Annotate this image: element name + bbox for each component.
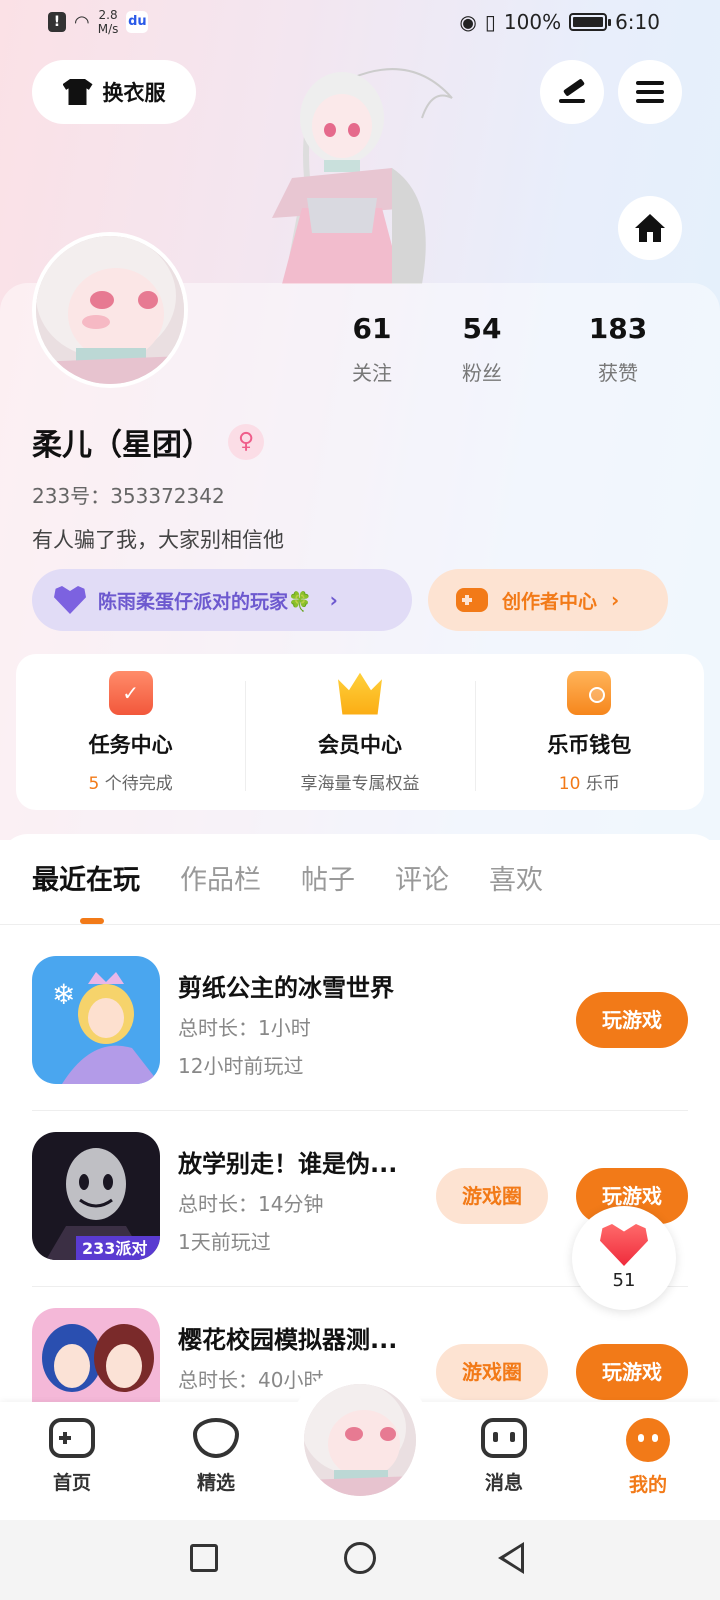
game-title: 剪纸公主的冰雪世界 — [178, 974, 394, 1002]
profile-stats: 61 关注 54 粉丝 183 获赞 — [330, 312, 690, 386]
menu-button[interactable] — [618, 60, 682, 124]
edit-icon — [559, 81, 585, 103]
avatar-image — [36, 236, 184, 384]
clock: 6:10 — [615, 10, 660, 34]
nav-me[interactable]: 我的 — [600, 1418, 696, 1497]
back-button[interactable] — [498, 1542, 524, 1574]
game-title: 樱花校园模拟器测... — [178, 1326, 398, 1354]
wifi-icon: ◠ — [74, 11, 90, 33]
avatar-character-illustration — [272, 68, 453, 284]
sim-alert-icon: ! — [48, 12, 66, 32]
game-duration: 总时长：40小时 — [178, 1368, 324, 1392]
network-speed: 2.8 M/s — [97, 8, 119, 36]
gamepad-icon — [49, 1418, 95, 1458]
game-last-played: 12小时前玩过 — [178, 1054, 304, 1078]
battery-percent: 100% — [503, 10, 562, 34]
change-outfit-label: 换衣服 — [102, 81, 166, 105]
like-count: 51 — [612, 1270, 636, 1291]
heart-icon — [54, 586, 86, 614]
chevron-right-icon: › — [329, 588, 338, 612]
member-center[interactable]: 会员中心 享海量专属权益 — [245, 671, 474, 794]
nav-home[interactable]: 首页 — [24, 1418, 120, 1495]
change-outfit-button[interactable]: 换衣服 — [32, 60, 196, 124]
coin-wallet[interactable]: 乐币钱包 10 乐币 — [474, 670, 704, 794]
wallet-icon — [567, 670, 612, 715]
nav-featured[interactable]: 精选 — [168, 1418, 264, 1495]
following-stat[interactable]: 61 关注 — [330, 312, 414, 386]
user-id: 233号：353372342 — [32, 484, 225, 508]
game-circle-button[interactable]: 游戏圈 — [436, 1168, 548, 1224]
game-duration: 总时长：1小时 — [178, 1016, 311, 1040]
tab-likes[interactable]: 喜欢 — [489, 858, 543, 897]
baidu-app-icon: du — [126, 11, 149, 33]
like-float-button[interactable]: 51 — [572, 1206, 676, 1310]
heart-icon — [193, 1418, 239, 1458]
female-gender-icon: ♀ — [228, 424, 264, 460]
divider — [32, 1110, 688, 1111]
game-icon: ❄ — [32, 956, 160, 1084]
game-last-played: 1天前玩过 — [178, 1230, 271, 1254]
crown-icon — [337, 672, 382, 715]
creator-center-button[interactable]: 创作者中心 › — [428, 569, 668, 631]
tab-works[interactable]: 作品栏 — [180, 858, 261, 897]
status-bar: ! ◠ 2.8 M/s du ◉ ▯ 100% 6:10 — [0, 0, 720, 50]
avatar[interactable] — [32, 232, 188, 388]
likes-stat[interactable]: 183 获赞 — [550, 312, 686, 386]
play-game-button[interactable]: 玩游戏 — [576, 1344, 688, 1400]
list-item[interactable]: ❄ 剪纸公主的冰雪世界 总时长：1小时 12小时前玩过 玩游戏 — [32, 956, 688, 1084]
home-icon — [635, 214, 665, 242]
tab-posts[interactable]: 帖子 — [301, 858, 355, 897]
divider — [0, 924, 720, 925]
chevron-right-icon: › — [611, 588, 620, 612]
profile-tabs: 最近在玩 作品栏 帖子 评论 喜欢 — [32, 858, 543, 897]
game-icon: 233派对 — [32, 1132, 160, 1260]
game-title: 放学别走！谁是伪... — [178, 1150, 398, 1178]
bio: 有人骗了我，大家别相信他 — [32, 528, 284, 552]
chat-icon — [481, 1418, 527, 1458]
play-game-button[interactable]: 玩游戏 — [576, 992, 688, 1048]
heart-icon — [600, 1224, 648, 1266]
calendar-check-icon — [108, 670, 153, 715]
nav-messages[interactable]: 消息 — [456, 1418, 552, 1495]
feature-panel: 任务中心 5 个待完成 会员中心 享海量专属权益 乐币钱包 10 乐币 — [16, 654, 704, 810]
home-system-button[interactable] — [344, 1542, 376, 1574]
eye-comfort-icon: ◉ — [459, 10, 477, 34]
shirt-icon — [62, 79, 93, 105]
game-duration: 总时长：14分钟 — [178, 1192, 324, 1216]
battery-icon — [569, 13, 612, 31]
player-badge[interactable]: 陈雨柔蛋仔派对的玩家🍀 › — [32, 569, 412, 631]
recents-button[interactable] — [190, 1544, 218, 1572]
home-button[interactable] — [618, 196, 682, 260]
nav-avatar-button[interactable] — [304, 1384, 416, 1496]
svg-text:❄: ❄ — [52, 978, 75, 1011]
followers-stat[interactable]: 54 粉丝 — [414, 312, 550, 386]
game-circle-button[interactable]: 游戏圈 — [436, 1344, 548, 1400]
tab-recent[interactable]: 最近在玩 — [32, 858, 140, 897]
me-icon — [626, 1418, 670, 1462]
tab-comments[interactable]: 评论 — [395, 858, 449, 897]
edit-profile-button[interactable] — [540, 60, 604, 124]
vibrate-icon: ▯ — [484, 10, 496, 34]
svg-text:233派对: 233派对 — [82, 1239, 147, 1258]
username: 柔儿（星团） ♀ — [32, 420, 264, 464]
menu-icon — [636, 81, 664, 103]
gamepad-icon — [456, 588, 488, 612]
task-center[interactable]: 任务中心 5 个待完成 — [16, 670, 245, 794]
